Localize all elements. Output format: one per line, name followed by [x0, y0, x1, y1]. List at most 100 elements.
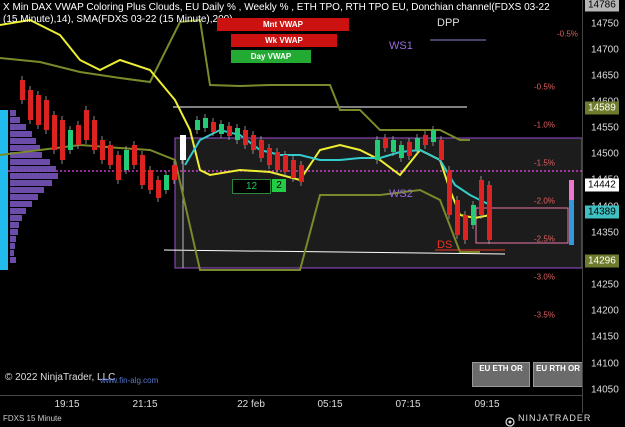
- price-tick-label: 14200: [591, 305, 619, 317]
- price-axis[interactable]: 1475014700146501460014550145001445014400…: [582, 0, 625, 413]
- price-flag: 14589: [585, 101, 619, 115]
- price-chart-area[interactable]: X Min DAX VWAP Coloring Plus Clouds, EU …: [0, 0, 583, 395]
- candle-up: [203, 118, 208, 128]
- percent-level-label: -1.5%: [534, 158, 555, 168]
- candle-down: [132, 145, 137, 165]
- candle-down: [479, 180, 484, 215]
- time-tick-label: 22 feb: [237, 399, 265, 410]
- candle-down: [275, 152, 280, 170]
- candle-down: [291, 160, 296, 178]
- candle-down: [60, 120, 65, 160]
- candle-up: [164, 175, 169, 190]
- candle-down: [20, 80, 25, 100]
- right-edge-bar-blue: [569, 200, 574, 245]
- candle-down: [52, 115, 57, 150]
- candle-down: [243, 130, 248, 145]
- price-flag: 14296: [585, 254, 619, 268]
- price-tick-label: 14650: [591, 70, 619, 82]
- candle-down: [283, 155, 288, 172]
- percent-level-label: -3.5%: [534, 310, 555, 320]
- day-vwap-button[interactable]: Day VWAP: [231, 50, 311, 63]
- candle-down: [383, 138, 388, 148]
- price-flag: 14786: [585, 0, 619, 12]
- volume-profile-bar: [10, 173, 58, 179]
- candle-up: [124, 150, 129, 170]
- candle-up: [471, 205, 476, 225]
- volume-profile-bar: [10, 250, 14, 256]
- mnt-vwap-button[interactable]: Mnt VWAP: [217, 18, 349, 31]
- candle-up: [391, 140, 396, 152]
- volume-profile-bar: [10, 187, 44, 193]
- candle-down: [76, 125, 81, 145]
- eu-eth-or-label: EU ETH OR: [479, 364, 523, 373]
- candle-down: [487, 185, 492, 240]
- instrument-label: FDXS 15 Minute: [3, 414, 62, 423]
- tpo-count-box-right: 2: [272, 179, 286, 192]
- candle-down: [267, 148, 272, 165]
- percent-level-label: -1.0%: [534, 120, 555, 130]
- volume-profile-bar: [10, 159, 50, 165]
- candle-down: [251, 135, 256, 150]
- volume-profile-bar: [10, 138, 36, 144]
- eu-eth-or-button[interactable]: EU ETH OR: [472, 362, 530, 387]
- price-tick-label: 14750: [591, 18, 619, 30]
- volume-profile-bar: [10, 131, 32, 137]
- candle-up: [219, 124, 224, 134]
- ninjatrader-brand: NINJATRADER: [518, 413, 592, 423]
- time-tick-label: 05:15: [317, 399, 343, 410]
- volume-profile-bar: [10, 201, 32, 207]
- candle-down: [156, 180, 161, 198]
- price-flag: 14389: [585, 205, 619, 219]
- price-tick-label: 14350: [591, 227, 619, 239]
- time-axis[interactable]: 19:15 21:15 22 feb 05:15 07:15 09:15: [0, 395, 582, 414]
- price-tick-label: 14250: [591, 279, 619, 291]
- candle-down: [44, 100, 49, 130]
- wk-vwap-button[interactable]: Wk VWAP: [231, 34, 337, 47]
- candle-down: [211, 122, 216, 132]
- volume-profile-bar: [10, 208, 26, 214]
- candle-up: [399, 145, 404, 158]
- tpo-count-right: 2: [276, 180, 282, 191]
- volume-profile-bar: [10, 236, 16, 242]
- candle-down: [407, 142, 412, 156]
- percent-level-label: -2.0%: [534, 196, 555, 206]
- tpo-count-box-left: 12: [232, 179, 271, 194]
- ws2-label: WS2: [389, 188, 413, 200]
- candle-down: [140, 155, 145, 185]
- tpo-count-left: 12: [245, 181, 258, 192]
- candle-down: [36, 95, 41, 125]
- time-tick-label: 21:15: [132, 399, 158, 410]
- volume-profile-bar: [10, 117, 20, 123]
- chart-window: X Min DAX VWAP Coloring Plus Clouds, EU …: [0, 0, 625, 427]
- candle-down: [455, 200, 460, 235]
- website-watermark: www.fin-alg.com: [100, 376, 159, 385]
- candle-down: [423, 135, 428, 145]
- candle-up: [235, 128, 240, 140]
- time-tick-label: 19:15: [54, 399, 80, 410]
- indicator-title-line2: (15 Minute),14), SMA(FDXS 03-22 (15 Minu…: [3, 14, 233, 25]
- candle-down: [299, 165, 304, 182]
- price-tick-label: 14500: [591, 148, 619, 160]
- volume-profile-bar: [10, 257, 16, 263]
- indicator-title-line1: X Min DAX VWAP Coloring Plus Clouds, EU …: [3, 2, 550, 13]
- candle-down: [84, 110, 89, 140]
- volume-profile-bar: [10, 222, 19, 228]
- candle-down: [227, 126, 232, 136]
- volume-profile-bar: [10, 215, 22, 221]
- percent-level-label: -2.5%: [534, 234, 555, 244]
- price-flag: 14442: [585, 178, 619, 192]
- candle-down: [447, 170, 452, 215]
- candle-down: [100, 140, 105, 160]
- price-tick-label: 14550: [591, 122, 619, 134]
- percent-level-label: -3.0%: [534, 272, 555, 282]
- volume-profile-bar: [10, 194, 38, 200]
- candle-down: [172, 165, 177, 180]
- volume-profile-bar: [10, 166, 56, 172]
- dpp-label: DPP: [437, 17, 460, 29]
- candle-up: [415, 138, 420, 150]
- candle-down: [148, 170, 153, 190]
- volume-profile-bar: [10, 110, 16, 116]
- ws1-label: WS1: [389, 40, 413, 52]
- candle-down: [28, 90, 33, 120]
- eu-rth-or-button[interactable]: EU RTH OR: [533, 362, 583, 387]
